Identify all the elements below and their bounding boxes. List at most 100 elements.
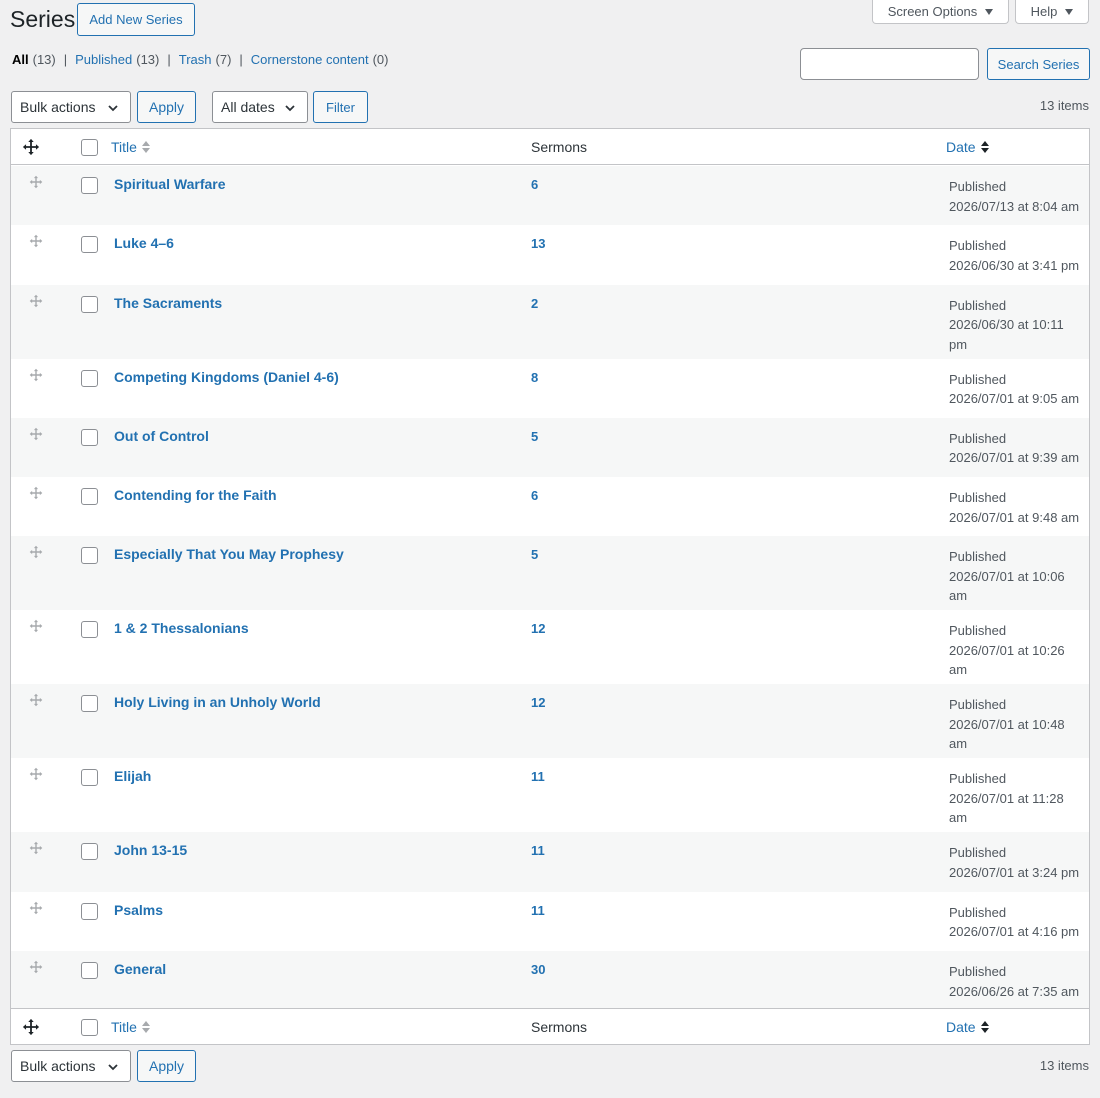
bulk-actions-value: Bulk actions xyxy=(20,1058,96,1074)
sermons-count-link[interactable]: 11 xyxy=(531,843,545,858)
dates-filter-value: All dates xyxy=(221,99,275,115)
row-checkbox[interactable] xyxy=(81,962,98,980)
row-date-cell: Published 2026/06/30 at 10:11 pm xyxy=(949,296,1084,355)
date-column-header[interactable]: Date xyxy=(946,1019,989,1035)
row-checkbox[interactable] xyxy=(81,177,98,194)
row-checkbox[interactable] xyxy=(81,843,98,861)
view-published-link[interactable]: Published xyxy=(75,52,132,67)
row-checkbox[interactable] xyxy=(81,769,98,787)
sermons-count-link[interactable]: 5 xyxy=(531,547,538,562)
row-date-cell: Published 2026/06/30 at 3:41 pm xyxy=(949,236,1084,275)
row-date-cell: Published 2026/07/01 at 10:48 am xyxy=(949,695,1084,754)
series-title-link[interactable]: Out of Control xyxy=(114,428,209,444)
view-all-link[interactable]: All xyxy=(12,52,29,67)
table-row: Psalms 11 Published 2026/07/01 at 4:16 pm xyxy=(11,892,1089,951)
move-arrows-icon[interactable] xyxy=(29,427,43,441)
table-footer: Title Sermons Date xyxy=(11,1008,1089,1044)
help-button[interactable]: Help xyxy=(1015,0,1089,24)
sermons-count-link[interactable]: 12 xyxy=(531,621,545,636)
row-checkbox[interactable] xyxy=(81,902,98,920)
bulk-actions-select[interactable]: Bulk actions xyxy=(11,1050,131,1082)
apply-button[interactable]: Apply xyxy=(137,1050,196,1082)
view-separator: | xyxy=(167,52,171,67)
sermons-count-link[interactable]: 6 xyxy=(531,488,538,503)
series-title-link[interactable]: 1 & 2 Thessalonians xyxy=(114,620,249,636)
date-column-label: Date xyxy=(946,1019,976,1035)
move-arrows-icon[interactable] xyxy=(29,175,43,189)
sermons-count-link[interactable]: 8 xyxy=(531,370,538,385)
row-checkbox[interactable] xyxy=(81,236,98,254)
row-checkbox[interactable] xyxy=(81,695,98,713)
move-arrows-icon[interactable] xyxy=(29,693,43,707)
series-title-link[interactable]: Especially That You May Prophesy xyxy=(114,546,344,562)
sermons-count-link[interactable]: 30 xyxy=(531,962,545,977)
sermons-count-link[interactable]: 11 xyxy=(531,769,545,784)
sort-arrows-icon xyxy=(980,1021,989,1033)
row-status: Published xyxy=(949,371,1007,387)
row-checkbox[interactable] xyxy=(81,295,98,313)
move-arrows-icon[interactable] xyxy=(29,234,43,248)
select-all-checkbox[interactable] xyxy=(81,139,98,156)
row-date: 2026/07/01 at 10:26 am xyxy=(949,642,1065,678)
view-trash-link[interactable]: Trash xyxy=(179,52,212,67)
bulk-actions-select[interactable]: Bulk actions xyxy=(11,91,131,123)
move-arrows-icon[interactable] xyxy=(29,960,43,974)
caret-down-icon xyxy=(985,8,994,15)
view-cornerstone-link[interactable]: Cornerstone content xyxy=(251,52,369,67)
series-title-link[interactable]: Contending for the Faith xyxy=(114,487,277,503)
search-series-button[interactable]: Search Series xyxy=(987,48,1090,80)
series-title-link[interactable]: Holy Living in an Unholy World xyxy=(114,694,321,710)
series-title-link[interactable]: General xyxy=(114,961,166,977)
table-body: Spiritual Warfare 6 Published 2026/07/13 at… xyxy=(11,166,1089,1011)
table-row: Contending for the Faith 6 Published 2026/0… xyxy=(11,477,1089,536)
series-title-link[interactable]: Psalms xyxy=(114,902,163,918)
filter-button[interactable]: Filter xyxy=(313,91,368,123)
view-all-count: (13) xyxy=(32,52,56,67)
row-checkbox[interactable] xyxy=(81,428,98,446)
series-title-link[interactable]: The Sacraments xyxy=(114,295,222,311)
chevron-down-icon xyxy=(108,1064,118,1071)
title-column-header[interactable]: Title xyxy=(111,139,150,155)
series-title-link[interactable]: Elijah xyxy=(114,768,151,784)
table-row: The Sacraments 2 Published 2026/06/30 at 10… xyxy=(11,284,1089,359)
move-arrows-icon[interactable] xyxy=(29,368,43,382)
select-all-checkbox[interactable] xyxy=(81,1019,98,1036)
series-title-link[interactable]: Spiritual Warfare xyxy=(114,176,226,192)
series-title-link[interactable]: Luke 4–6 xyxy=(114,235,174,251)
row-checkbox[interactable] xyxy=(81,621,98,639)
row-status: Published xyxy=(949,845,1007,861)
add-new-series-button[interactable]: Add New Series xyxy=(77,3,195,36)
chevron-down-icon xyxy=(285,105,295,112)
row-checkbox[interactable] xyxy=(81,488,98,506)
move-arrows-icon[interactable] xyxy=(29,841,43,855)
screen-options-button[interactable]: Screen Options xyxy=(872,0,1009,24)
row-date: 2026/07/01 at 10:06 am xyxy=(949,568,1065,604)
table-row: 1 & 2 Thessalonians 12 Published 2026/07/01… xyxy=(11,610,1089,684)
move-arrows-icon[interactable] xyxy=(29,545,43,559)
sermons-count-link[interactable]: 6 xyxy=(531,177,538,192)
series-title-link[interactable]: John 13-15 xyxy=(114,842,187,858)
sermons-count-link[interactable]: 11 xyxy=(531,903,545,918)
title-column-label: Title xyxy=(111,1019,137,1035)
date-column-header[interactable]: Date xyxy=(946,139,989,155)
move-arrows-icon[interactable] xyxy=(29,619,43,633)
move-arrows-icon[interactable] xyxy=(29,486,43,500)
apply-button[interactable]: Apply xyxy=(137,91,196,123)
title-column-header[interactable]: Title xyxy=(111,1019,150,1035)
search-input[interactable] xyxy=(800,48,979,80)
sermons-count-link[interactable]: 5 xyxy=(531,429,538,444)
sermons-count-link[interactable]: 13 xyxy=(531,236,545,251)
sermons-count-link[interactable]: 12 xyxy=(531,695,545,710)
dates-filter-select[interactable]: All dates xyxy=(212,91,308,123)
row-date: 2026/06/30 at 10:11 pm xyxy=(949,317,1064,352)
move-arrows-icon[interactable] xyxy=(29,767,43,781)
sermons-count-link[interactable]: 2 xyxy=(531,296,538,311)
move-arrows-icon[interactable] xyxy=(29,901,43,915)
row-checkbox[interactable] xyxy=(81,369,98,387)
date-column-label: Date xyxy=(946,139,976,155)
items-count: 13 items xyxy=(1039,98,1089,113)
row-checkbox[interactable] xyxy=(81,547,98,565)
series-title-link[interactable]: Competing Kingdoms (Daniel 4-6) xyxy=(114,369,339,385)
sermons-column-header: Sermons xyxy=(531,1019,588,1035)
move-arrows-icon[interactable] xyxy=(29,294,43,308)
